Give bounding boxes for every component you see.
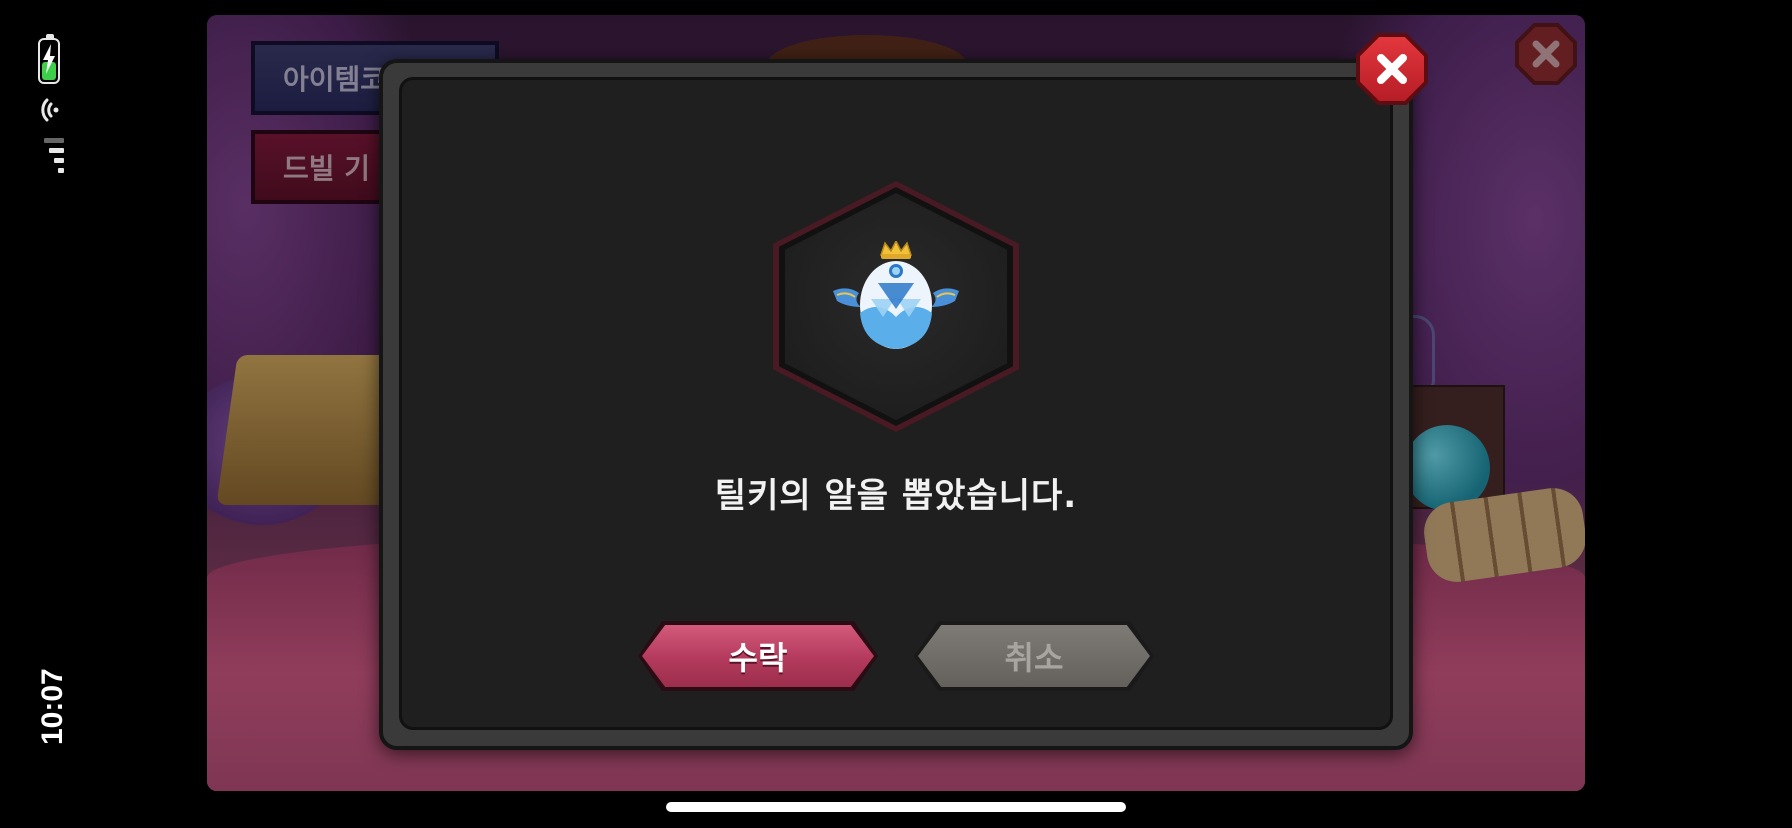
crowned-winged-egg-icon bbox=[833, 241, 959, 349]
dialog-close-button[interactable] bbox=[1356, 33, 1428, 105]
dialog-message: 틸키의 알을 뽑았습니다. bbox=[714, 476, 1078, 516]
home-indicator[interactable] bbox=[666, 802, 1126, 812]
accept-label: 수락 bbox=[728, 639, 788, 677]
item-frame bbox=[773, 181, 1019, 432]
status-time: 10:07 bbox=[36, 668, 69, 745]
accept-button[interactable]: 수락 bbox=[638, 621, 878, 691]
close-icon bbox=[1377, 54, 1407, 84]
cancel-label: 취소 bbox=[1004, 639, 1064, 677]
status-bar: 10:07 bbox=[0, 0, 100, 828]
cellular-signal-icon bbox=[44, 136, 64, 176]
cancel-button[interactable]: 취소 bbox=[914, 621, 1154, 691]
wifi-icon bbox=[41, 98, 59, 122]
battery-charging-icon bbox=[38, 34, 60, 84]
